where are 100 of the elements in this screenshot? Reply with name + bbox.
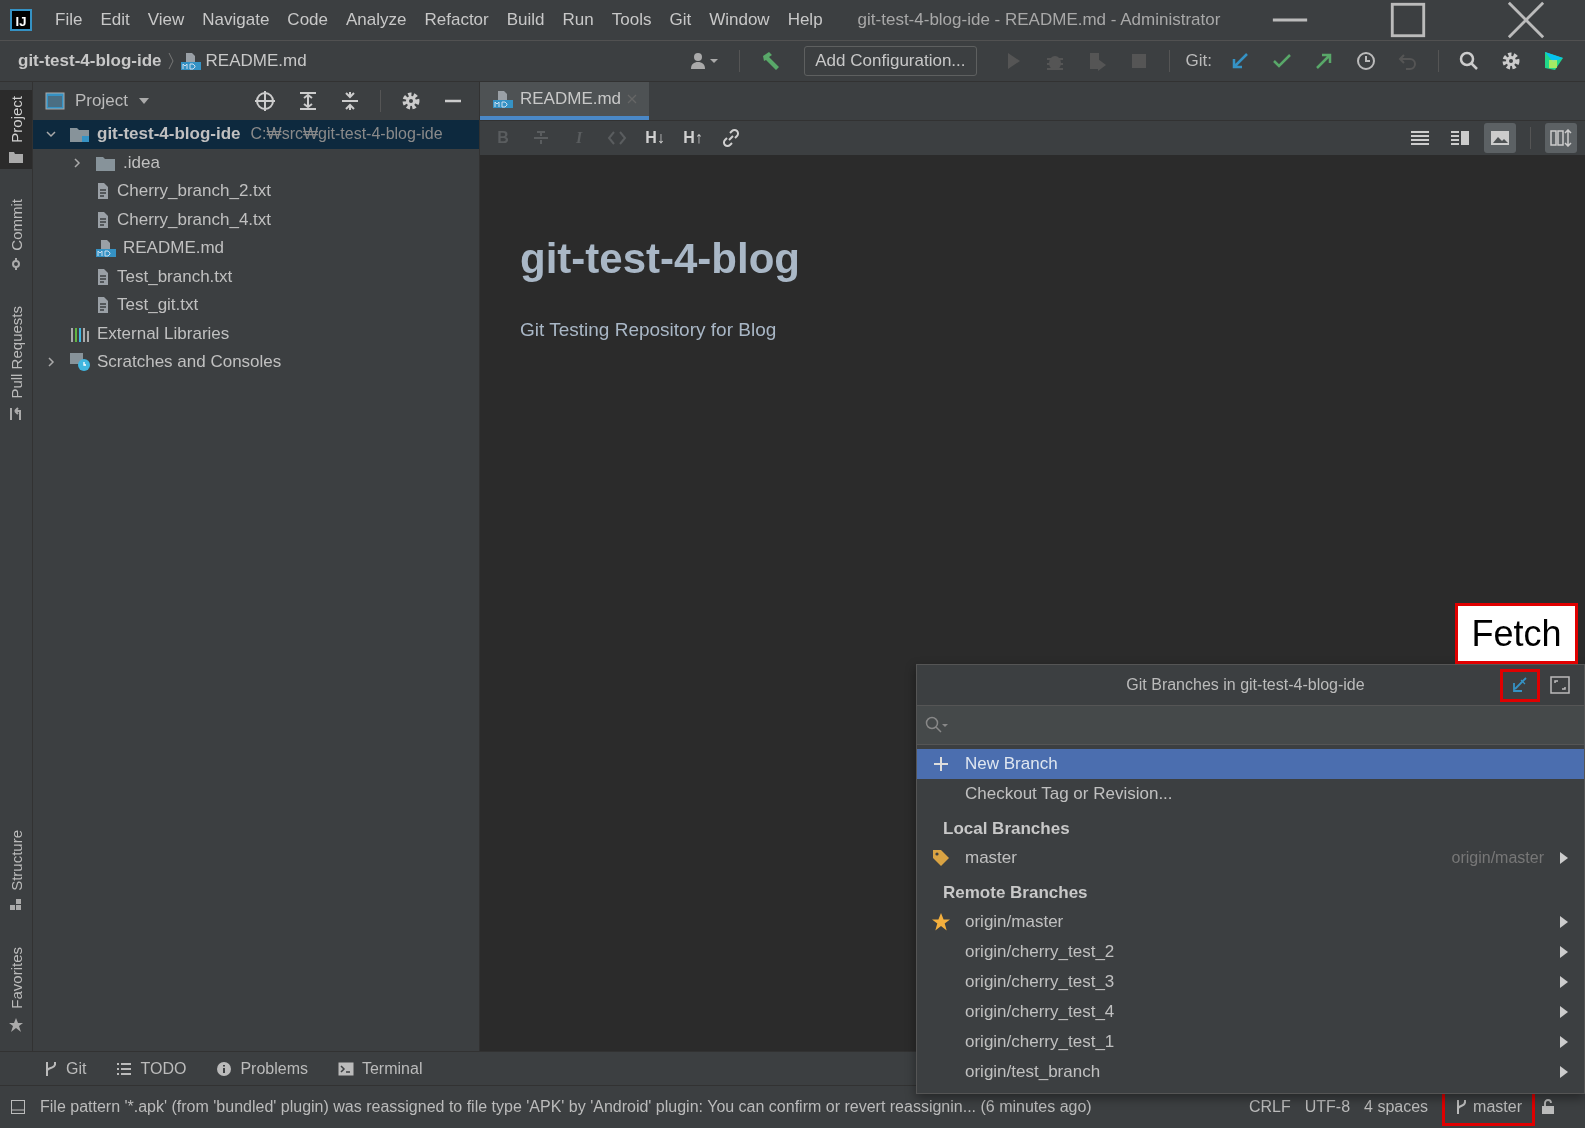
project-view-dropdown[interactable]: Project <box>75 91 150 111</box>
status-message[interactable]: File pattern '*.apk' (from 'bundled' plugin) was reassigned to file type 'APK' by 'Android' plugin: You can confirm or revert reassignin... (6 minutes ago) <box>40 1098 1092 1116</box>
tree-item-label: .idea <box>123 152 160 173</box>
toolbox-logo-icon[interactable] <box>1543 50 1565 72</box>
plus-icon <box>934 757 948 771</box>
history-icon[interactable] <box>1356 51 1376 71</box>
tree-item-label: Test_git.txt <box>117 295 199 316</box>
tree-item[interactable]: .idea <box>33 148 479 177</box>
tool-window-tab[interactable]: Terminal <box>337 1059 423 1078</box>
file-icon <box>95 182 111 201</box>
breadcrumb-separator-icon <box>167 51 174 71</box>
branch-item[interactable]: master origin/master <box>917 843 1584 873</box>
search-icon[interactable] <box>1459 51 1479 71</box>
branch-group-header: Remote Branches <box>942 882 1089 904</box>
header-button[interactable]: H↓ <box>640 123 670 153</box>
branch-item[interactable]: origin/test_branch <box>917 1057 1584 1087</box>
branch-search-field[interactable] <box>917 706 1584 745</box>
menu-item[interactable]: Build <box>497 10 554 30</box>
settings-icon[interactable] <box>401 91 421 111</box>
indent-widget[interactable]: 4 spaces <box>1364 1098 1429 1116</box>
tree-item-label: README.md <box>123 238 225 259</box>
chevron-right-icon[interactable] <box>45 356 57 369</box>
preview-heading: git-test-4-blog <box>520 235 801 283</box>
tree-item[interactable]: Test_git.txt <box>33 291 479 320</box>
side-tab[interactable]: Favorites <box>0 941 32 1039</box>
scroll-sync-button[interactable] <box>1545 123 1577 153</box>
fetch-button[interactable] <box>1500 668 1540 702</box>
git-label: Git: <box>1185 51 1212 71</box>
tool-windows-icon[interactable] <box>10 1099 26 1115</box>
tree-item[interactable]: Scratches and Consoles <box>33 348 479 377</box>
menu-item[interactable]: Git <box>660 10 701 30</box>
tree-item[interactable]: External Libraries <box>33 319 479 348</box>
breadcrumb[interactable]: README.md <box>179 51 307 71</box>
folder-icon <box>69 125 91 144</box>
star-icon <box>8 1017 24 1033</box>
side-tab[interactable]: Commit <box>0 192 32 277</box>
side-tab[interactable]: Project <box>0 90 32 169</box>
submenu-arrow-icon <box>1560 1036 1568 1048</box>
tracking-branch-label: origin/master <box>1451 849 1544 867</box>
locate-icon[interactable] <box>254 90 276 112</box>
branch-item[interactable]: origin/master <box>917 907 1584 937</box>
markdown-file-icon <box>95 239 117 258</box>
collapse-all-icon[interactable] <box>340 91 360 111</box>
tree-item-label: Cherry_branch_2.txt <box>117 181 272 202</box>
strikethrough-icon <box>532 129 550 147</box>
side-tab[interactable]: Structure <box>0 824 32 918</box>
menu-item[interactable]: Window <box>700 10 779 30</box>
menu-item[interactable]: Refactor <box>415 10 498 30</box>
branch-item[interactable]: origin/cherry_test_4 <box>917 997 1584 1027</box>
line-separator-widget[interactable]: CRLF <box>1248 1098 1291 1116</box>
branch-group-header: Local Branches <box>942 818 1071 840</box>
branch-action[interactable]: Checkout Tag or Revision... <box>917 779 1584 809</box>
branch-item[interactable]: origin/cherry_test_3 <box>917 967 1584 997</box>
image-icon <box>1490 130 1510 146</box>
side-tab[interactable]: Pull Requests <box>0 300 32 427</box>
menu-item[interactable]: View <box>138 10 194 30</box>
popup-title: Git Branches in git-test-4-blog-ide <box>1125 676 1366 694</box>
branch-action[interactable]: New Branch <box>917 749 1584 779</box>
tree-item[interactable]: Cherry_branch_4.txt <box>33 205 479 234</box>
submenu-arrow-icon <box>1560 976 1568 988</box>
tree-item[interactable]: git-test-4-blog-ide C:₩src₩git-test-4-blog-ide <box>33 120 479 149</box>
code-icon <box>607 129 627 147</box>
path-label: C:₩src₩git-test-4-blog-ide <box>250 125 443 144</box>
tree-item-label: git-test-4-blog-ide <box>97 124 241 145</box>
menu-item[interactable]: Code <box>278 10 337 30</box>
tree-item[interactable]: Cherry_branch_2.txt <box>33 177 479 206</box>
scratches-icon <box>69 352 91 373</box>
tool-window-tab[interactable]: Problems <box>216 1059 308 1078</box>
update-icon[interactable] <box>1230 51 1250 71</box>
encoding-widget[interactable]: UTF-8 <box>1304 1098 1351 1116</box>
menu-item[interactable]: Run <box>553 10 603 30</box>
editor-tab[interactable]: README.md <box>480 82 650 120</box>
star-icon <box>931 912 951 932</box>
expand-all-icon[interactable] <box>298 91 318 111</box>
split-icon <box>1450 130 1470 146</box>
tool-window-tab[interactable]: Git <box>44 1059 87 1078</box>
caret-icon <box>137 97 150 105</box>
menu-item[interactable]: Tools <box>602 10 661 30</box>
tree-item[interactable]: README.md <box>33 234 479 263</box>
project-view-icon <box>45 92 65 110</box>
branch-item[interactable]: origin/cherry_test_1 <box>917 1027 1584 1057</box>
push-icon[interactable] <box>1314 51 1334 71</box>
branch-item[interactable]: origin/cherry_test_2 <box>917 937 1584 967</box>
user-icon[interactable] <box>689 51 720 71</box>
menu-item[interactable]: File <box>46 10 92 30</box>
submenu-arrow-icon <box>1560 916 1568 928</box>
menu-item[interactable]: Analyze <box>337 10 416 30</box>
menu-item[interactable]: Navigate <box>193 10 279 30</box>
run-configuration-button[interactable]: Add Configuration... <box>804 46 977 76</box>
settings-icon[interactable] <box>1501 51 1521 71</box>
preview-paragraph: Git Testing Repository for Blog <box>520 319 778 341</box>
breadcrumb[interactable]: git-test-4-blog-ide <box>18 51 162 71</box>
menu-item[interactable]: Help <box>778 10 832 30</box>
tool-window-tab[interactable]: TODO <box>116 1059 187 1078</box>
tree-item[interactable]: Test_branch.txt <box>33 262 479 291</box>
menu-item[interactable]: Edit <box>91 10 139 30</box>
chevron-right-icon[interactable] <box>71 156 83 169</box>
header-button[interactable]: H↑ <box>678 123 708 153</box>
lock-icon[interactable] <box>1541 1099 1555 1115</box>
preview-only-button[interactable] <box>1484 123 1516 153</box>
